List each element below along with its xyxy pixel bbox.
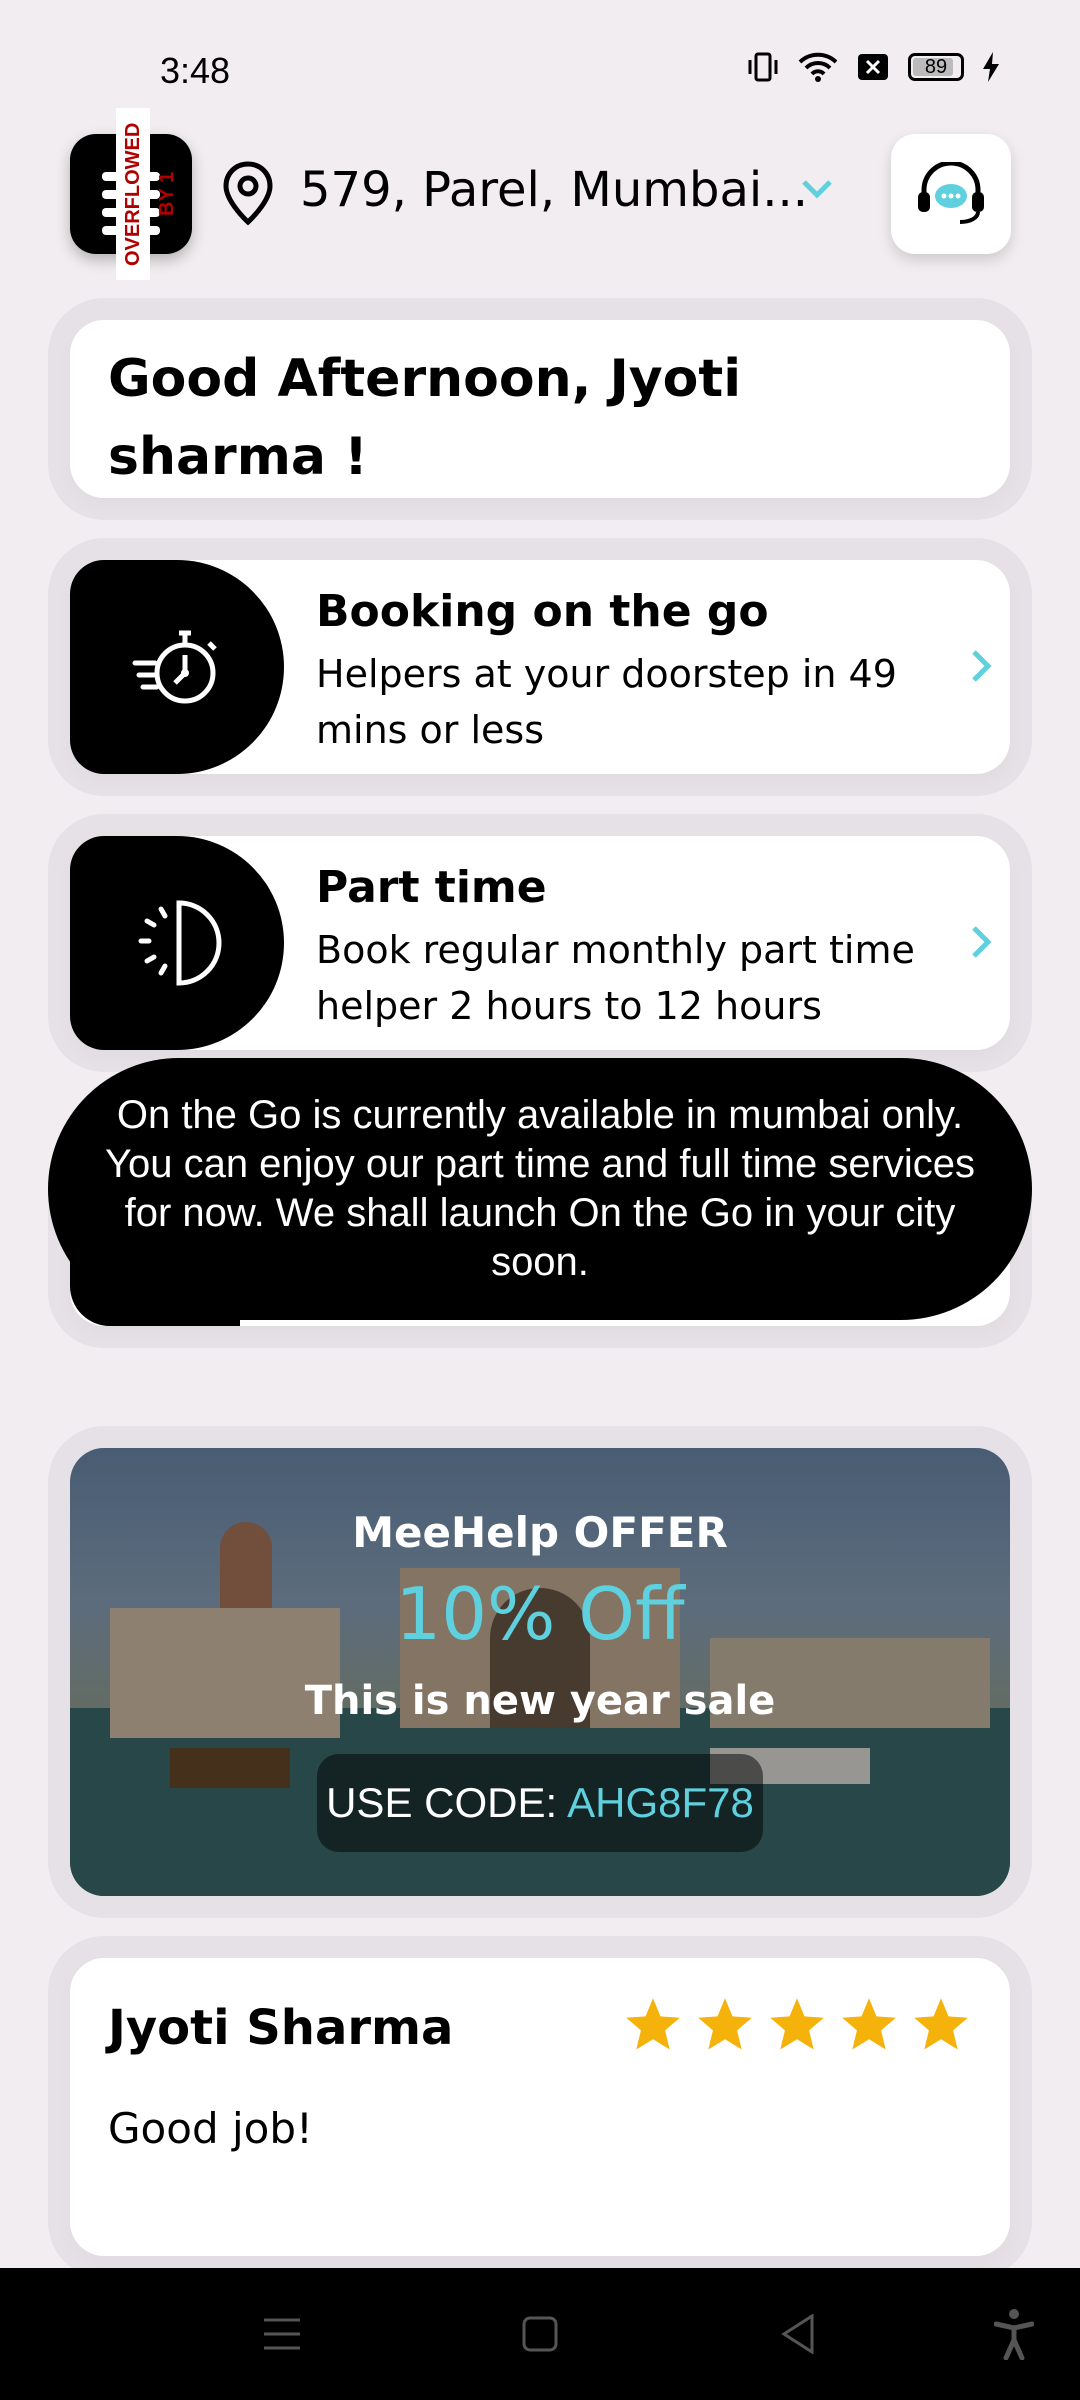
service-card-on-the-go[interactable]: Booking on the go Helpers at your doorst… [70,560,1010,774]
greeting-text: Good Afternoon, Jyoti sharma ! [108,349,742,487]
greeting-card: Good Afternoon, Jyoti sharma ! [70,320,1010,498]
chevron-right-icon [972,650,992,682]
wifi-icon [798,52,838,82]
stopwatch-icon [132,630,217,704]
nav-menu-icon[interactable] [262,2316,302,2352]
stopwatch-icon-tile [70,560,284,774]
service-card-part-time[interactable]: Part time Book regular monthly part time… [70,836,1010,1050]
vibrate-icon [748,52,778,82]
reviewer-name: Jyoti Sharma [108,2000,454,2056]
chevron-down-icon[interactable] [800,178,834,200]
rating-stars [624,1998,970,2054]
no-sim-icon [858,54,888,80]
star-icon [770,1998,824,2050]
status-time: 3:48 [160,50,231,91]
overflow-warning: OVERFLOWED BY 1 [116,108,178,280]
promo-code-label: USE CODE: [326,1779,558,1826]
nav-home-icon[interactable] [522,2316,558,2352]
battery-icon: 89 [908,53,964,81]
chevron-right-icon [972,926,992,958]
offer-banner[interactable]: MeeHelp OFFER 10% Off This is new year s… [70,1448,1010,1896]
service-title: Part time [316,862,547,913]
promo-code-value: AHG8F78 [567,1779,754,1826]
offer-discount: 10% Off [395,1572,685,1656]
promo-code-box[interactable]: USE CODE: AHG8F78 [317,1754,763,1852]
offer-subtitle: This is new year sale [304,1678,776,1724]
offer-title: MeeHelp OFFER [352,1508,728,1557]
location-pin-icon [223,161,273,226]
star-icon [842,1998,896,2050]
status-icons: 89 [746,52,1000,82]
service-title: Booking on the go [316,586,769,637]
nav-back-icon[interactable] [780,2314,816,2354]
half-clock-icon [138,900,222,986]
toast-message: On the Go is currently available in mumb… [48,1058,1032,1320]
review-text: Good job! [108,2104,313,2153]
review-card: Jyoti Sharma Good job! [70,1958,1010,2256]
accessibility-icon[interactable] [994,2308,1034,2360]
charging-icon [983,52,999,82]
service-description: Helpers at your doorstep in 49 mins or l… [316,652,897,752]
system-nav-bar [0,2268,1080,2400]
support-chat-icon [918,162,984,224]
service-description: Book regular monthly part time helper 2 … [316,928,915,1028]
support-button[interactable] [891,134,1011,254]
star-icon [626,1998,680,2050]
star-icon [698,1998,752,2050]
star-icon [914,1998,968,2050]
toast-text: On the Go is currently available in mumb… [104,1093,976,1284]
half-clock-icon-tile [70,836,284,1050]
location-selector[interactable]: 579, Parel, Mumbai... [300,162,808,218]
